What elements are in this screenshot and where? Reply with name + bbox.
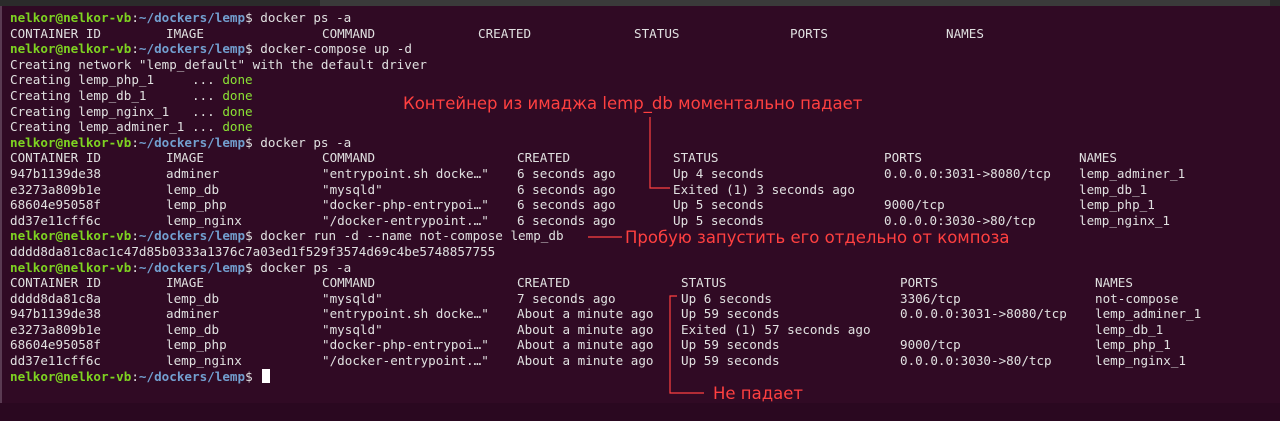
crash-pointer-line [649, 117, 670, 189]
annotation-crash: Контейнер из имаджа lemp_db моментально … [403, 94, 863, 113]
no-crash-pointer-line [669, 295, 704, 394]
annotation-try-run: Пробую запустить его отдельно от композа [625, 228, 1010, 247]
annotation-lines [588, 117, 704, 394]
annotation-no-crash: Не падает [713, 384, 803, 403]
